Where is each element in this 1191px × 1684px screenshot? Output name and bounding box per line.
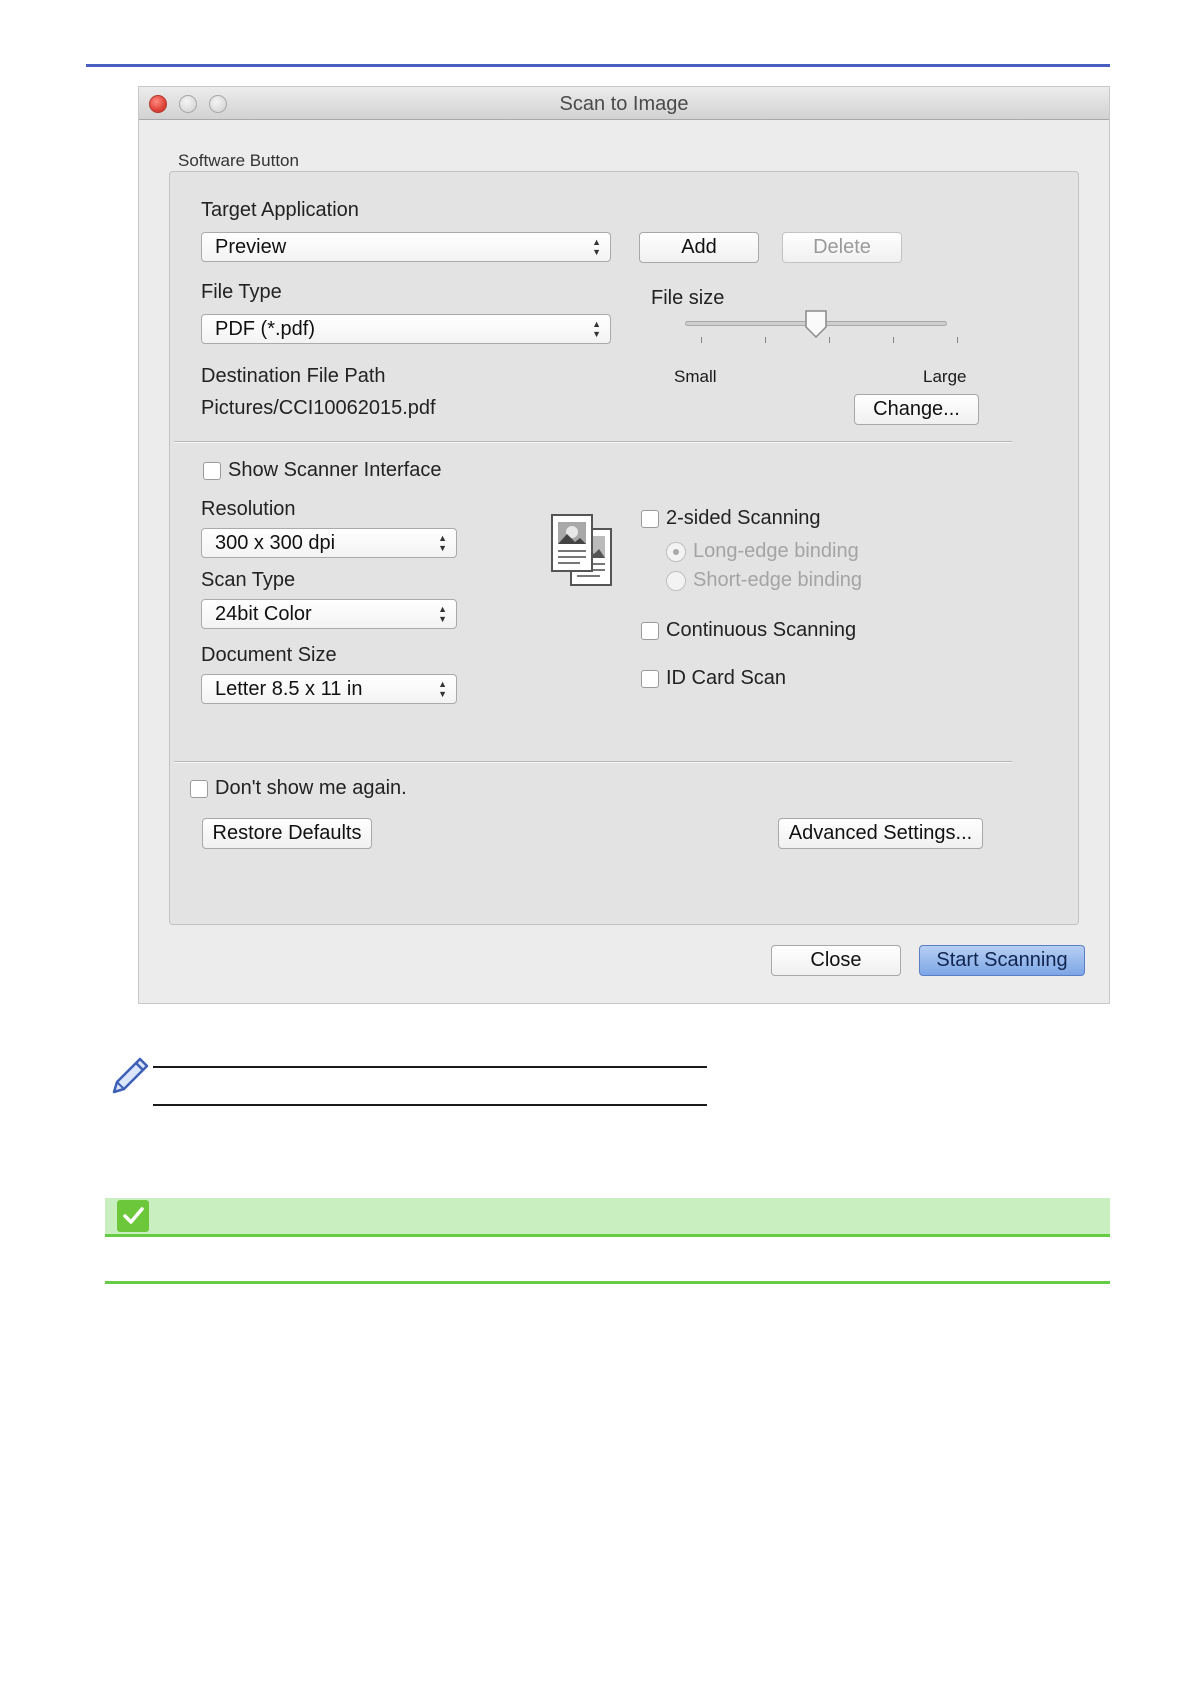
divider (174, 761, 1012, 763)
group-label: Software Button (178, 151, 299, 170)
dont-show-again-label: Don't show me again. (215, 777, 407, 799)
slider-tick (701, 337, 702, 343)
resolution-label: Resolution (201, 498, 296, 520)
restore-defaults-button[interactable]: Restore Defaults (202, 818, 372, 849)
slider-tick (829, 337, 830, 343)
advanced-settings-button[interactable]: Advanced Settings... (778, 818, 983, 849)
slider-tick (957, 337, 958, 343)
resolution-select[interactable]: 300 x 300 dpi ▲ ▼ (201, 528, 457, 558)
close-button[interactable]: Close (771, 945, 901, 976)
start-scanning-button[interactable]: Start Scanning (919, 945, 1085, 976)
id-card-scan-checkbox[interactable] (641, 670, 659, 688)
resolution-value: 300 x 300 dpi (215, 532, 336, 554)
slider-tick (893, 337, 894, 343)
add-button[interactable]: Add (639, 232, 759, 263)
short-edge-binding-label: Short-edge binding (693, 569, 863, 591)
two-sided-scanning-checkbox[interactable] (641, 510, 659, 528)
related-information-rule (105, 1281, 1110, 1284)
related-information-bar (105, 1198, 1110, 1237)
file-type-label: File Type (201, 281, 282, 303)
change-button[interactable]: Change... (854, 394, 979, 425)
checkmark-icon (117, 1200, 149, 1232)
two-sided-pages-icon (551, 514, 612, 586)
document-size-select[interactable]: Letter 8.5 x 11 in ▲ ▼ (201, 674, 457, 704)
scan-to-image-window: Scan to Image Software Button Target App… (138, 86, 1110, 1004)
show-scanner-interface-label: Show Scanner Interface (228, 459, 442, 481)
target-application-label: Target Application (201, 199, 359, 221)
updown-arrows-icon: ▲ ▼ (592, 319, 601, 339)
show-scanner-interface-checkbox[interactable] (203, 462, 221, 480)
destination-path-value: Pictures/CCI10062015.pdf (201, 397, 436, 419)
id-card-scan-label: ID Card Scan (666, 667, 787, 689)
settings-panel: Target Application Preview ▲ ▼ Add Delete… (169, 171, 1079, 925)
updown-arrows-icon: ▲ ▼ (438, 533, 447, 553)
continuous-scanning-checkbox[interactable] (641, 622, 659, 640)
file-size-label: File size (651, 287, 725, 309)
scan-type-select[interactable]: 24bit Color ▲ ▼ (201, 599, 457, 629)
window-title: Scan to Image (559, 93, 689, 115)
file-type-select[interactable]: PDF (*.pdf) ▲ ▼ (201, 314, 611, 344)
slider-tick (765, 337, 766, 343)
file-size-slider-thumb[interactable] (804, 309, 828, 339)
scan-type-value: 24bit Color (215, 603, 312, 625)
destination-path-label: Destination File Path (201, 365, 386, 387)
note-rule (153, 1104, 707, 1106)
updown-arrows-icon: ▲ ▼ (438, 679, 447, 699)
note-rule (153, 1066, 707, 1068)
file-size-small-label: Small (674, 367, 717, 386)
continuous-scanning-label: Continuous Scanning (666, 619, 857, 641)
document-size-label: Document Size (201, 644, 337, 666)
long-edge-binding-label: Long-edge binding (693, 540, 859, 562)
document-size-value: Letter 8.5 x 11 in (215, 678, 363, 700)
title-bar: Scan to Image (139, 87, 1109, 120)
target-application-value: Preview (215, 236, 287, 258)
pencil-note-icon (112, 1057, 149, 1094)
file-size-large-label: Large (923, 367, 967, 386)
target-application-select[interactable]: Preview ▲ ▼ (201, 232, 611, 262)
top-rule (86, 64, 1110, 67)
updown-arrows-icon: ▲ ▼ (592, 237, 601, 257)
delete-button[interactable]: Delete (782, 232, 902, 263)
file-type-value: PDF (*.pdf) (215, 318, 316, 340)
divider (174, 441, 1012, 443)
scan-type-label: Scan Type (201, 569, 296, 591)
long-edge-binding-radio[interactable] (666, 542, 686, 562)
two-sided-scanning-label: 2-sided Scanning (666, 507, 821, 529)
short-edge-binding-radio[interactable] (666, 571, 686, 591)
dont-show-again-checkbox[interactable] (190, 780, 208, 798)
updown-arrows-icon: ▲ ▼ (438, 604, 447, 624)
